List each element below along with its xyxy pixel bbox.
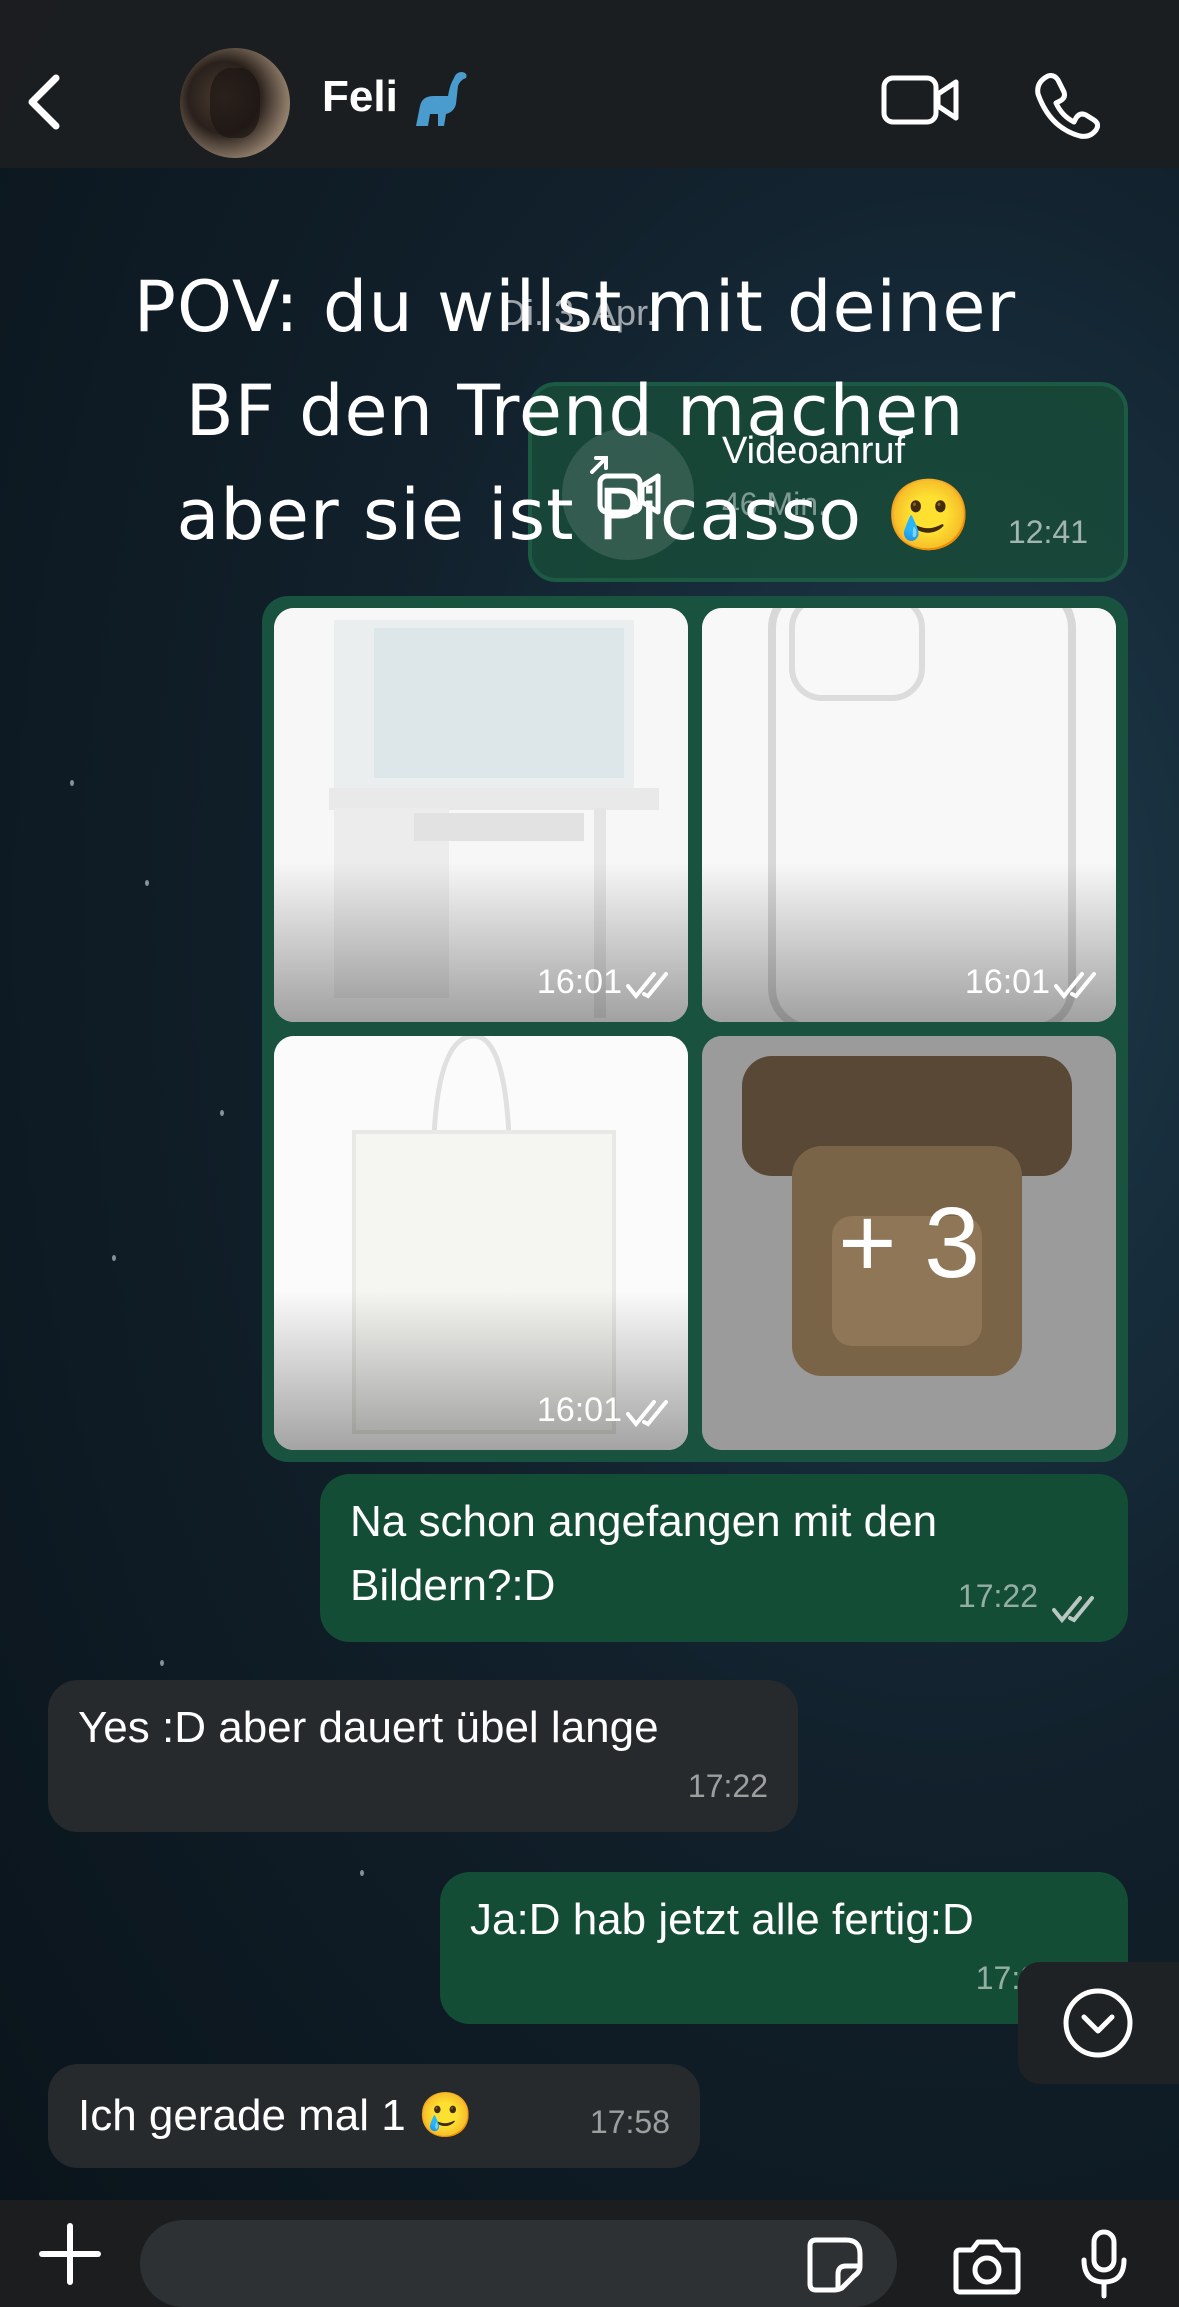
video-overlay-caption: POV: du willst mit deiner BF den Trend ma… [0,255,1150,567]
phone-icon[interactable] [1030,70,1100,140]
background-star [112,1255,116,1261]
overlay-caption-text: POV: du willst mit deiner BF den Trend ma… [133,266,1017,556]
message-incoming[interactable]: Yes :D aber dauert übel lange 17:22 [48,1680,798,1832]
background-star [70,780,74,786]
message-time: 17:58 [589,2104,670,2140]
camera-icon[interactable] [952,2236,1022,2296]
gallery-image-more[interactable]: + 3 [702,1036,1116,1450]
image-time: 16:01 [964,963,1050,1001]
avatar[interactable] [180,48,290,158]
message-composer [0,2200,1179,2307]
message-time: 17:22 [687,1768,768,1804]
back-chevron-icon[interactable] [20,70,70,134]
gallery-image-tote-bag[interactable]: 16:01 [274,1036,688,1450]
video-call-icon[interactable] [880,70,962,130]
more-images-count: + 3 [838,1186,980,1299]
image-time: 16:01 [536,1391,622,1429]
contact-name[interactable]: Feli [322,72,398,122]
double-check-icon [626,972,668,1000]
image-gallery-message: 16:01 16:01 16:01 + 3 [262,596,1128,1462]
background-star [160,1660,164,1666]
plus-icon[interactable] [38,2222,102,2286]
background-star [145,880,149,886]
gallery-image-desk[interactable]: 16:01 [274,608,688,1022]
chat-header: Feli [0,0,1179,168]
gallery-image-phone-case[interactable]: 16:01 [702,608,1116,1022]
message-text-line: Bildern?:D [350,1561,556,1610]
message-incoming[interactable]: Ich gerade mal 1 🥲 17:58 [48,2064,700,2168]
message-text-line: Na schon angefangen mit den [350,1497,938,1546]
message-text: Yes :D aber dauert übel lange [78,1703,659,1752]
message-outgoing[interactable]: Na schon angefangen mit den Bildern?:D 1… [320,1474,1128,1642]
sauropod-emoji-icon [416,72,467,126]
microphone-icon[interactable] [1080,2228,1128,2300]
scroll-down-icon [1063,1988,1133,2058]
message-text: Na schon angefangen mit den Bildern?:D [350,1490,937,1618]
message-input[interactable] [140,2220,897,2307]
message-text: Ich gerade mal 1 🥲 [78,2091,473,2140]
background-star [360,1870,364,1876]
double-check-icon [626,1400,668,1428]
sticker-icon[interactable] [806,2236,864,2294]
background-star [220,1110,224,1116]
scroll-to-bottom-button[interactable] [1018,1962,1179,2084]
double-check-icon [1054,972,1096,1000]
message-time: 17:22 [957,1578,1038,1614]
double-check-icon [1052,1596,1094,1624]
image-time: 16:01 [536,963,622,1001]
message-text: Ja:D hab jetzt alle fertig:D [470,1895,974,1944]
